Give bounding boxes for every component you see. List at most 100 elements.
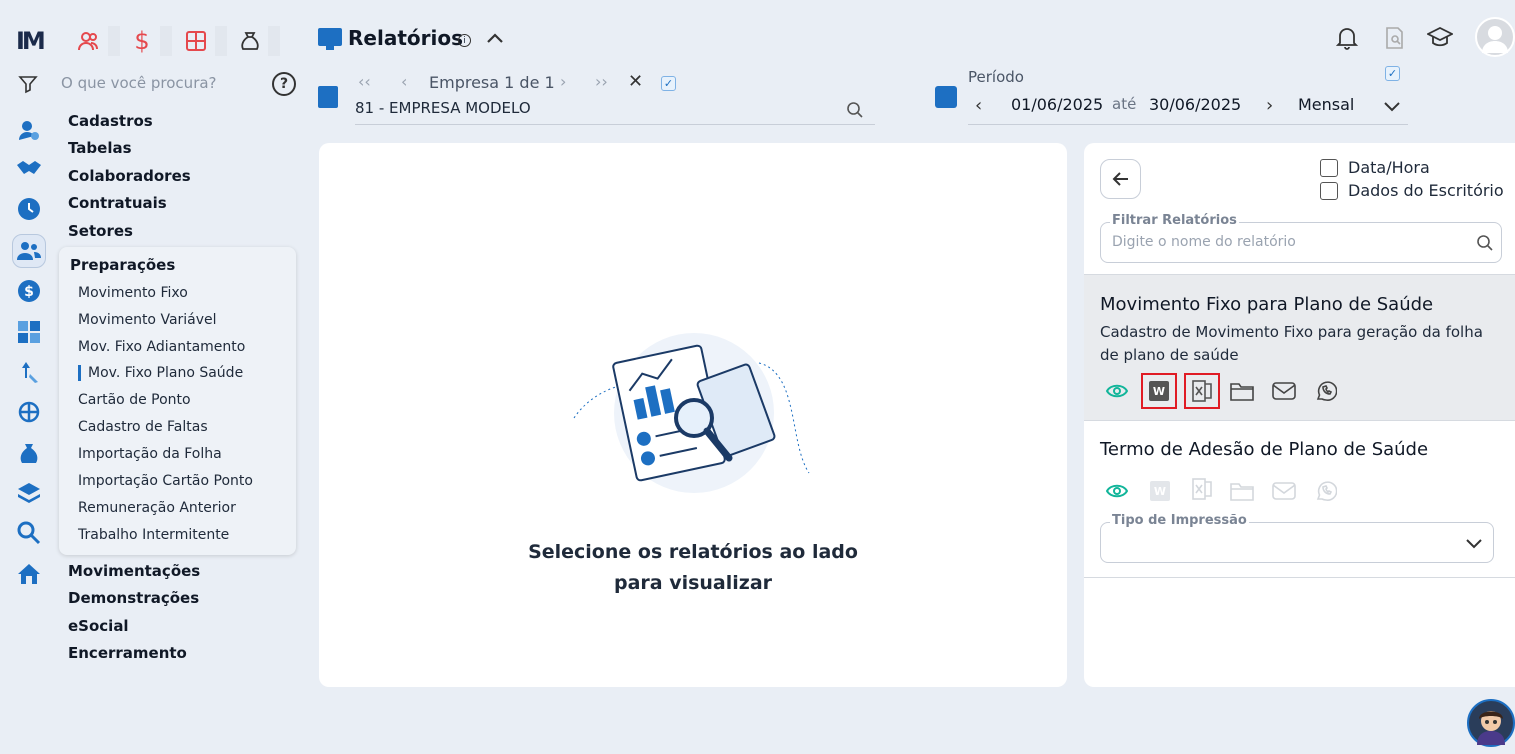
submenu-item[interactable]: Trabalho Intermitente <box>78 527 229 543</box>
layers-icon[interactable] <box>12 476 46 510</box>
folder-icon[interactable] <box>1229 378 1255 404</box>
filter-icon[interactable] <box>18 74 38 99</box>
preview-panel: Selecione os relatórios ao lado para vis… <box>319 143 1067 687</box>
help-icon[interactable]: ? <box>272 72 296 96</box>
datahora-checkbox[interactable] <box>1320 158 1338 177</box>
escritorio-label: Dados do Escritório <box>1348 181 1504 200</box>
app-logo[interactable]: IM <box>16 27 46 55</box>
escritorio-option[interactable]: Dados do Escritório <box>1320 181 1504 200</box>
menu-contratuais[interactable]: Contratuais <box>68 194 167 212</box>
graduation-cap-icon[interactable] <box>1425 26 1455 53</box>
chevron-up-icon[interactable] <box>486 28 504 49</box>
dollar-icon[interactable]: $ <box>129 27 155 55</box>
last-company-icon[interactable]: ›› <box>595 72 608 91</box>
next-period-icon[interactable]: › <box>1266 95 1273 116</box>
search-icon[interactable] <box>1476 234 1494 256</box>
date-separator: até <box>1112 95 1137 113</box>
menu-search-input[interactable]: O que você procura? <box>61 74 217 92</box>
menu-colaboradores[interactable]: Colaboradores <box>68 167 191 185</box>
bell-icon[interactable] <box>1335 26 1359 55</box>
company-checkbox[interactable]: ✓ <box>661 76 676 91</box>
network-icon[interactable] <box>12 395 46 429</box>
report-title: Movimento Fixo para Plano de Saúde <box>1100 294 1434 315</box>
prev-period-icon[interactable]: ‹ <box>975 95 982 116</box>
datahora-option[interactable]: Data/Hora <box>1320 158 1430 177</box>
period-checkbox[interactable]: ✓ <box>1385 66 1400 81</box>
tipo-impressao-select[interactable] <box>1100 522 1494 563</box>
prev-company-icon[interactable]: ‹ <box>401 72 407 91</box>
next-company-icon[interactable]: › <box>560 72 566 91</box>
excel-export-button[interactable] <box>1184 373 1220 409</box>
chevron-down-icon[interactable] <box>1465 535 1483 554</box>
submenu-item[interactable]: Remuneração Anterior <box>78 500 236 516</box>
word-export-button[interactable]: W <box>1141 373 1177 409</box>
tipo-impressao-label: Tipo de Impressão <box>1110 513 1249 528</box>
first-company-icon[interactable]: ‹‹ <box>358 72 371 91</box>
home-icon[interactable] <box>12 557 46 591</box>
whatsapp-icon[interactable] <box>1313 478 1339 504</box>
word-export-button[interactable]: W <box>1147 478 1173 504</box>
submenu-item[interactable]: Movimento Variável <box>78 312 217 328</box>
menu-movimentacoes[interactable]: Movimentações <box>68 562 200 580</box>
people-icon[interactable] <box>12 234 46 268</box>
menu-cadastros[interactable]: Cadastros <box>68 112 153 130</box>
filter-reports-input[interactable]: Digite o nome do relatório <box>1112 234 1296 250</box>
excel-icon[interactable] <box>1189 476 1215 502</box>
clock-icon[interactable] <box>12 192 46 226</box>
chevron-down-icon[interactable] <box>1383 98 1401 117</box>
money-bag-icon[interactable] <box>237 28 263 54</box>
calendar-icon <box>935 86 957 108</box>
filter-reports-field[interactable]: Digite o nome do relatório <box>1100 222 1502 263</box>
submenu-item[interactable]: Movimento Fixo <box>78 285 188 301</box>
magnifier-icon[interactable] <box>12 516 46 550</box>
handshake-icon[interactable] <box>12 152 46 186</box>
submenu-item[interactable]: Cadastro de Faltas <box>78 419 208 435</box>
menu-esocial[interactable]: eSocial <box>68 617 129 635</box>
search-icon[interactable] <box>846 101 864 123</box>
folder-icon[interactable] <box>1229 478 1255 504</box>
users-icon[interactable] <box>76 28 102 54</box>
submenu-item[interactable]: Cartão de Ponto <box>78 392 191 408</box>
periodo-label: Período <box>968 68 1024 86</box>
submenu-item-active[interactable]: Mov. Fixo Plano Saúde <box>78 365 243 381</box>
email-icon[interactable] <box>1271 478 1297 504</box>
pen-arrow-icon[interactable] <box>12 355 46 389</box>
menu-setores[interactable]: Setores <box>68 222 133 240</box>
divider <box>1084 577 1515 578</box>
empresa-field[interactable]: 81 - EMPRESA MODELO <box>355 99 531 117</box>
toolbar-separator <box>215 26 227 56</box>
email-icon[interactable] <box>1271 378 1297 404</box>
dollar-circle-icon[interactable]: $ <box>12 274 46 308</box>
calculator-icon[interactable] <box>183 28 209 54</box>
assistant-avatar[interactable] <box>1467 699 1515 747</box>
toolbar-separator <box>108 26 120 56</box>
submenu-item[interactable]: Importação da Folha <box>78 446 222 462</box>
back-button[interactable] <box>1100 159 1141 199</box>
eye-icon[interactable] <box>1104 378 1130 404</box>
menu-tabelas[interactable]: Tabelas <box>68 139 132 157</box>
escritorio-checkbox[interactable] <box>1320 181 1338 200</box>
submenu-item[interactable]: Mov. Fixo Adiantamento <box>78 339 245 355</box>
date-end[interactable]: 30/06/2025 <box>1149 95 1241 114</box>
empty-state-line1: Selecione os relatórios ao lado <box>528 541 858 563</box>
eye-icon[interactable] <box>1104 478 1130 504</box>
info-icon[interactable]: i <box>458 34 471 47</box>
user-avatar[interactable] <box>1475 17 1515 57</box>
submenu-item[interactable]: Importação Cartão Ponto <box>78 473 253 489</box>
clear-company-icon[interactable]: ✕ <box>628 71 643 92</box>
date-start[interactable]: 01/06/2025 <box>1011 95 1103 114</box>
money-bag-blue-icon[interactable] <box>12 436 46 470</box>
period-type-select[interactable]: Mensal <box>1298 95 1354 114</box>
document-search-icon[interactable] <box>1384 26 1406 55</box>
empresa-underline <box>355 124 875 125</box>
report-item-selected[interactable]: Movimento Fixo para Plano de Saúde Cadas… <box>1084 274 1515 421</box>
whatsapp-icon[interactable] <box>1313 378 1339 404</box>
report-title[interactable]: Termo de Adesão de Plano de Saúde <box>1100 439 1428 460</box>
menu-demonstracoes[interactable]: Demonstrações <box>68 589 199 607</box>
menu-encerramento[interactable]: Encerramento <box>68 644 187 662</box>
report-description: Cadastro de Movimento Fixo para geração … <box>1100 323 1483 364</box>
reports-panel: Data/Hora Dados do Escritório Digite o n… <box>1084 143 1515 687</box>
calculator-grid-icon[interactable] <box>12 315 46 349</box>
user-settings-icon[interactable] <box>12 113 46 147</box>
submenu-preparacoes-title[interactable]: Preparações <box>70 256 175 274</box>
